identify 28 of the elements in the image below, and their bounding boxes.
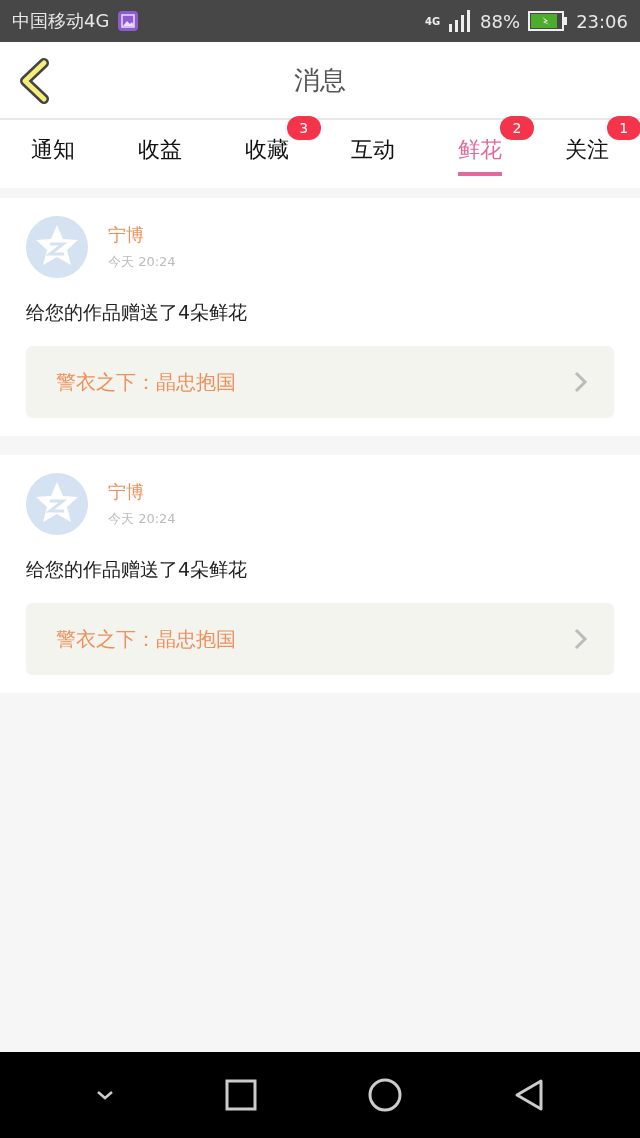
carrier-name: 中国移动4G bbox=[12, 9, 110, 33]
message-text: 给您的作品赠送了4朵鲜花 bbox=[26, 300, 249, 325]
battery-percent: 88% bbox=[480, 10, 521, 32]
message-text: 给您的作品赠送了4朵鲜花 bbox=[26, 557, 249, 582]
back-nav-button[interactable] bbox=[513, 1078, 545, 1112]
recent-apps-button[interactable] bbox=[225, 1079, 257, 1111]
gallery-icon bbox=[117, 10, 140, 32]
count-badge: 3 bbox=[286, 116, 321, 140]
count-badge: 2 bbox=[500, 116, 534, 140]
tab[interactable]: 互动 bbox=[351, 120, 396, 176]
tab[interactable]: 关注 bbox=[564, 120, 609, 176]
tab[interactable]: 通知 bbox=[31, 120, 76, 176]
count-badge: 1 bbox=[606, 116, 640, 140]
collapse-button[interactable] bbox=[95, 1089, 115, 1101]
network-type: 4G bbox=[424, 15, 441, 27]
clock: 23:06 bbox=[576, 10, 628, 32]
chevron-icon bbox=[574, 371, 588, 393]
page-title: 消息 bbox=[293, 63, 347, 97]
message-time: 今天 20:24 bbox=[108, 510, 176, 528]
avatar-icon bbox=[26, 216, 88, 278]
battery-icon bbox=[528, 11, 569, 31]
tab[interactable]: 收藏 bbox=[244, 120, 289, 176]
avatar-icon bbox=[26, 473, 88, 535]
message-time: 今天 20:24 bbox=[108, 253, 176, 271]
tab[interactable]: 收益 bbox=[138, 120, 182, 176]
signal-icon bbox=[448, 10, 473, 32]
home-button[interactable] bbox=[367, 1077, 403, 1113]
chevron-icon bbox=[574, 628, 588, 650]
